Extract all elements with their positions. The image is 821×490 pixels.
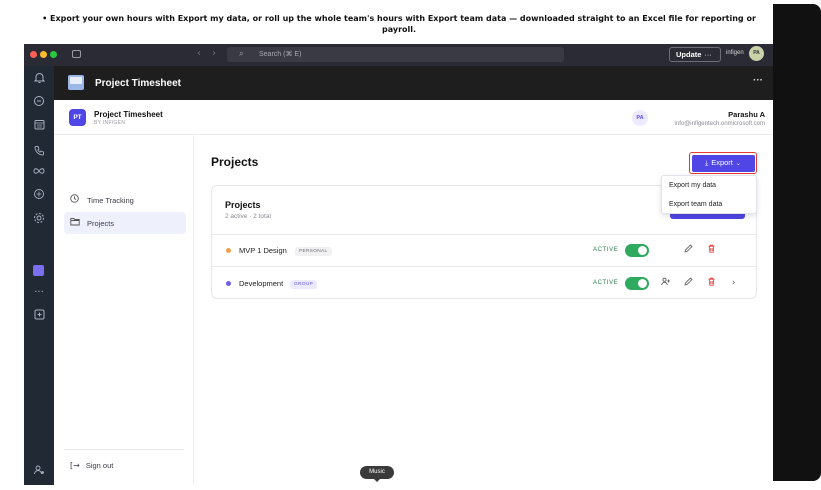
app-window: ‹ › ⌕ Search (⌘ E) Update··· infigen PA: [24, 44, 773, 485]
download-icon: ⤓: [705, 158, 709, 167]
update-label: Update: [676, 50, 702, 59]
search-bar[interactable]: ⌕ Search (⌘ E): [227, 47, 564, 62]
sidebar-toggle-icon[interactable]: [72, 50, 81, 58]
people-icon[interactable]: [32, 464, 46, 478]
bell-icon[interactable]: [32, 72, 46, 86]
export-team-data-option[interactable]: Export team data: [669, 201, 722, 208]
app-publisher: BY INFIGEN: [94, 120, 126, 126]
close-window-button[interactable]: [30, 51, 37, 58]
clock-icon: [70, 194, 79, 205]
search-placeholder: Search (⌘ E): [259, 51, 302, 58]
project-row[interactable]: Development GROUP ACTIVE ›: [212, 268, 756, 300]
search-icon: ⌕: [239, 49, 244, 58]
app-name: Project Timesheet: [94, 110, 163, 119]
app-header: Project Timesheet ···: [54, 66, 773, 100]
project-type-badge: PERSONAL: [295, 247, 332, 256]
infinity-icon[interactable]: [32, 166, 46, 180]
status-label: ACTIVE: [593, 247, 619, 253]
project-color-dot: [226, 248, 231, 253]
screenshot-frame: • Export your own hours with Export my d…: [0, 0, 821, 490]
chat-icon[interactable]: [32, 95, 46, 109]
sign-out-icon: [→: [70, 461, 80, 470]
nav-divider: [64, 449, 184, 450]
export-my-data-option[interactable]: Export my data: [669, 182, 716, 189]
nav-item-projects[interactable]: Projects: [64, 212, 186, 234]
user-email: info@infigentech.onmicrosoft.com: [674, 121, 765, 127]
app-badge: PT: [69, 109, 86, 126]
chevron-right-icon[interactable]: ›: [732, 277, 735, 289]
project-name: Development: [239, 279, 284, 288]
org-name: infigen: [726, 50, 744, 56]
nav-item-time-tracking[interactable]: Time Tracking: [64, 189, 186, 211]
background-edge: [773, 4, 821, 481]
add-icon[interactable]: [32, 309, 46, 323]
phone-icon[interactable]: [32, 145, 46, 159]
add-member-icon[interactable]: [661, 277, 671, 290]
sign-out-button[interactable]: [→ Sign out: [70, 461, 113, 470]
project-type-badge: GROUP: [290, 280, 318, 289]
left-rail: ···: [24, 66, 54, 485]
nav-item-label: Time Tracking: [87, 196, 134, 205]
maximize-window-button[interactable]: [50, 51, 57, 58]
active-toggle[interactable]: [625, 277, 649, 290]
more-icon[interactable]: ···: [32, 286, 46, 300]
export-dropdown: Export my data Export team data: [661, 175, 757, 214]
active-toggle[interactable]: [625, 244, 649, 257]
caption-text: • Export your own hours with Export my d…: [42, 14, 756, 34]
export-button-inner: ⤓ Export ⌄: [691, 154, 755, 172]
settings-icon[interactable]: [32, 212, 46, 226]
app-title: Project Timesheet: [95, 78, 181, 89]
minimize-window-button[interactable]: [40, 51, 47, 58]
card-title: Projects: [225, 200, 261, 210]
export-button[interactable]: ⤓ Export ⌄: [689, 152, 757, 174]
export-label: Export: [711, 157, 733, 167]
app-logo-icon: [68, 75, 84, 90]
forward-arrow-icon[interactable]: ›: [212, 48, 216, 59]
user-name: Parashu A: [728, 110, 765, 119]
update-more-icon: ···: [704, 50, 712, 59]
edit-icon[interactable]: [684, 244, 693, 257]
project-name: MVP 1 Design: [239, 246, 287, 255]
project-row[interactable]: MVP 1 Design PERSONAL ACTIVE: [212, 235, 756, 267]
card-subtitle: 2 active · 2 total: [225, 213, 271, 220]
chevron-down-icon: ⌄: [735, 159, 741, 167]
delete-icon[interactable]: [707, 277, 716, 290]
app-square-icon[interactable]: [33, 265, 44, 276]
nav-item-label: Projects: [87, 219, 115, 228]
update-button[interactable]: Update ···: [669, 47, 721, 62]
side-nav: Time Tracking Projects [→ Sign out: [54, 135, 194, 485]
back-arrow-icon[interactable]: ‹: [197, 48, 201, 59]
page-title: Projects: [211, 155, 259, 169]
delete-icon[interactable]: [707, 244, 716, 257]
title-bar: ‹ › ⌕ Search (⌘ E) Update ··· infigen PA: [24, 44, 773, 66]
app-subheader: PT Project Timesheet BY INFIGEN PA Paras…: [54, 100, 773, 135]
music-tooltip: Music: [360, 466, 394, 482]
folder-icon: [70, 217, 80, 228]
avatar[interactable]: PA: [749, 46, 764, 61]
app-more-icon[interactable]: ···: [753, 75, 763, 86]
status-label: ACTIVE: [593, 280, 619, 286]
calendar-icon[interactable]: [32, 119, 46, 133]
project-color-dot: [226, 281, 231, 286]
edit-icon[interactable]: [684, 277, 693, 290]
openai-icon[interactable]: [32, 188, 46, 202]
user-avatar[interactable]: PA: [632, 110, 648, 126]
sign-out-label: Sign out: [85, 461, 114, 470]
